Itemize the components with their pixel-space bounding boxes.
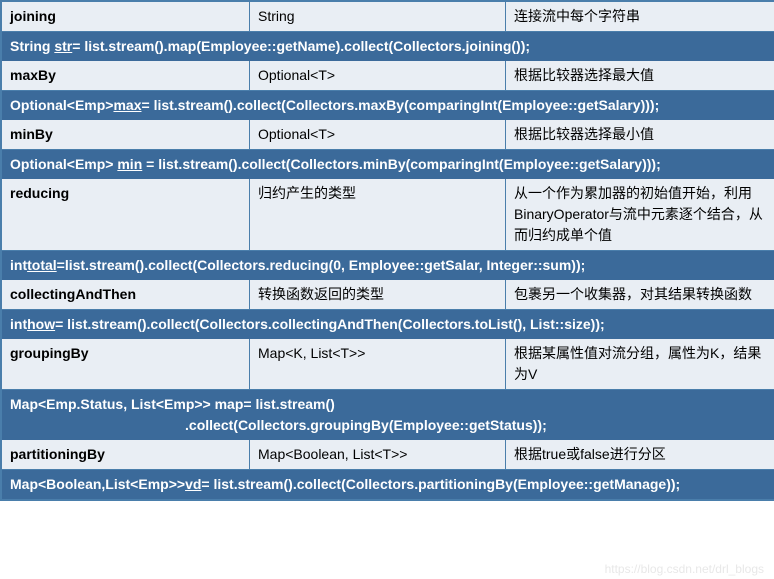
code-example: inthow= list.stream().collect(Collectors… (2, 310, 774, 339)
description: 包裹另一个收集器，对其结果转换函数 (506, 280, 774, 309)
code-example: Map<Boolean,List<Emp>>vd= list.stream().… (2, 470, 774, 499)
code-example: String str= list.stream().map(Employee::… (2, 32, 774, 61)
description: 根据某属性值对流分组，属性为K，结果为V (506, 339, 774, 389)
description: 连接流中每个字符串 (506, 2, 774, 31)
return-type: Map<Boolean, List<T>> (250, 440, 506, 469)
method-name: collectingAndThen (2, 280, 250, 309)
description: 根据true或false进行分区 (506, 440, 774, 469)
description: 根据比较器选择最大值 (506, 61, 774, 90)
method-name: partitioningBy (2, 440, 250, 469)
watermark: https://blog.csdn.net/drl_blogs (605, 562, 764, 576)
return-type: Map<K, List<T>> (250, 339, 506, 389)
description: 根据比较器选择最小值 (506, 120, 774, 149)
return-type: 转换函数返回的类型 (250, 280, 506, 309)
code-example: Optional<Emp>max= list.stream().collect(… (2, 91, 774, 120)
collectors-table: joining String 连接流中每个字符串 String str= lis… (0, 0, 774, 501)
method-name: joining (2, 2, 250, 31)
return-type: Optional<T> (250, 120, 506, 149)
method-name: maxBy (2, 61, 250, 90)
description: 从一个作为累加器的初始值开始，利用BinaryOperator与流中元素逐个结合… (506, 179, 774, 250)
code-example: Optional<Emp> min = list.stream().collec… (2, 150, 774, 179)
method-name: groupingBy (2, 339, 250, 389)
code-example: Map<Emp.Status, List<Emp>> map= list.str… (2, 390, 774, 440)
method-name: reducing (2, 179, 250, 250)
return-type: Optional<T> (250, 61, 506, 90)
code-example: inttotal=list.stream().collect(Collector… (2, 251, 774, 280)
method-name: minBy (2, 120, 250, 149)
return-type: String (250, 2, 506, 31)
return-type: 归约产生的类型 (250, 179, 506, 250)
